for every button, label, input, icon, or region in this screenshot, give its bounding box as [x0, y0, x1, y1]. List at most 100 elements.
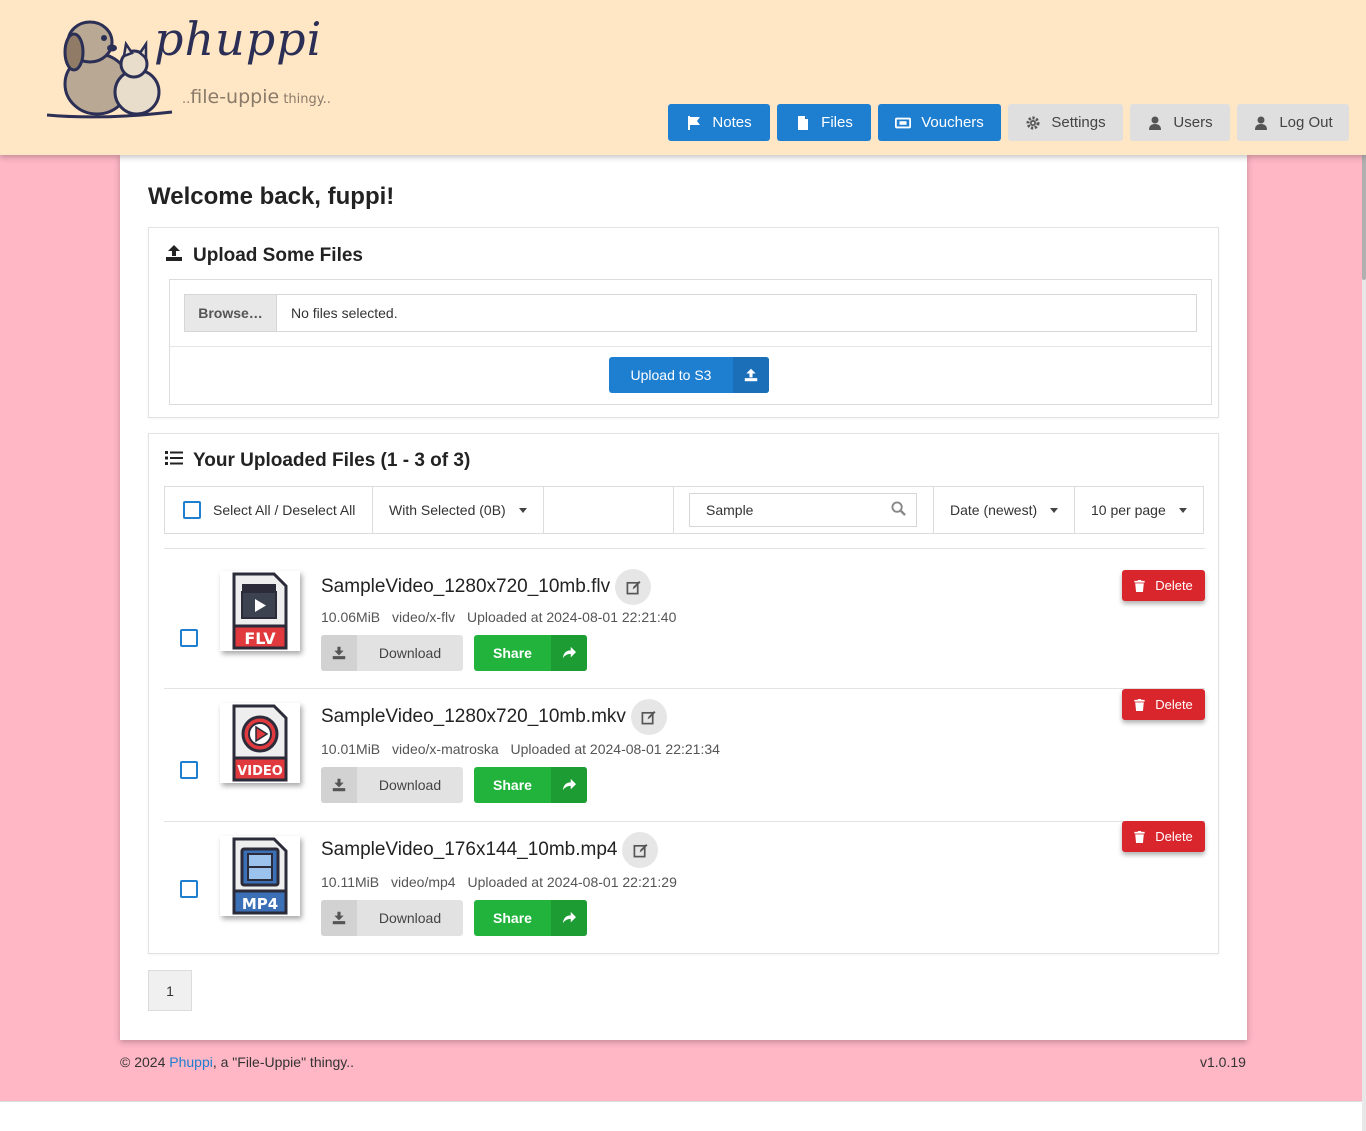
file-select-checkbox[interactable] [180, 629, 198, 647]
nav-logout-label: Log Out [1279, 114, 1333, 131]
footer-version: v1.0.19 [1200, 1054, 1246, 1070]
edit-name-button[interactable] [630, 699, 667, 735]
search-field[interactable] [689, 493, 917, 527]
search-input[interactable] [704, 501, 884, 519]
upload-form: Browse… No files selected. Upload to S3 [169, 279, 1212, 405]
footer-copyright: © 2024 Phuppi, a "File-Uppie" thingy.. [120, 1054, 355, 1070]
sort-dropdown[interactable]: Date (newest) [934, 487, 1075, 533]
download-button[interactable]: Download [321, 635, 463, 671]
nav-notes-label: Notes [712, 114, 752, 131]
share-label: Share [493, 910, 532, 926]
nav-logout-button[interactable]: Log Out [1237, 104, 1349, 141]
trash-icon [1134, 698, 1145, 711]
delete-button[interactable]: Delete [1122, 821, 1205, 852]
file-size: 10.11MiB [321, 874, 380, 890]
nav-files-label: Files [821, 114, 853, 131]
chevron-down-icon [1050, 507, 1058, 513]
file-icon [795, 115, 811, 131]
sort-label: Date (newest) [950, 502, 1038, 518]
upload-button-label: Upload to S3 [630, 367, 712, 383]
file-meta: 10.01MiB video/x-matroska Uploaded at 20… [321, 741, 720, 757]
edit-name-button[interactable] [622, 832, 659, 868]
files-panel-title: Your Uploaded Files (1 - 3 of 3) [165, 450, 470, 472]
file-mime: video/mp4 [391, 874, 456, 890]
share-button[interactable]: Share [474, 900, 587, 936]
nav-settings-button[interactable]: Settings [1008, 104, 1123, 141]
share-button[interactable]: Share [474, 767, 587, 803]
logo-tagline: ..file-uppie thingy.. [182, 86, 331, 108]
share-label: Share [493, 645, 532, 661]
nav-files-button[interactable]: Files [777, 104, 871, 141]
clapperboard-icon: FLV [232, 572, 288, 650]
download-label: Download [378, 777, 442, 793]
trash-icon [1134, 830, 1145, 843]
file-thumbnail[interactable]: MP4 [220, 836, 300, 916]
per-page-dropdown[interactable]: 10 per page [1075, 487, 1203, 533]
main-content: Welcome back, fuppi! Upload Some Files B… [120, 155, 1247, 1040]
share-button[interactable]: Share [474, 635, 587, 671]
file-name: SampleVideo_1280x720_10mb.mkv [321, 699, 667, 735]
top-header: phuppi ..file-uppie thingy.. Notes Files… [0, 0, 1366, 155]
delete-button[interactable]: Delete [1122, 570, 1205, 601]
file-name: SampleVideo_1280x720_10mb.flv [321, 569, 652, 605]
download-button[interactable]: Download [321, 767, 463, 803]
download-label: Download [378, 645, 442, 661]
page-title: Welcome back, fuppi! [148, 183, 395, 210]
file-thumbnail[interactable]: FLV [220, 571, 300, 651]
download-label: Download [378, 910, 442, 926]
footer-brand-link[interactable]: Phuppi [169, 1054, 213, 1070]
share-arrow-icon [551, 900, 587, 936]
file-meta: 10.11MiB video/mp4 Uploaded at 2024-08-0… [321, 874, 677, 890]
select-all-toggle[interactable]: Select All / Deselect All [165, 487, 373, 533]
file-name-text: SampleVideo_176x144_10mb.mp4 [321, 839, 618, 860]
page-scrollbar[interactable] [1362, 0, 1366, 1131]
with-selected-dropdown[interactable]: With Selected (0B) [373, 487, 544, 533]
download-icon [321, 767, 357, 803]
upload-divider [170, 346, 1211, 347]
select-all-checkbox[interactable] [183, 501, 201, 519]
toolbar-spacer [544, 487, 674, 533]
upload-panel-title: Upload Some Files [165, 244, 363, 268]
delete-button[interactable]: Delete [1122, 689, 1205, 720]
file-uploaded-at: Uploaded at 2024-08-01 22:21:29 [467, 874, 677, 890]
file-input[interactable]: Browse… No files selected. [184, 294, 1197, 332]
upload-icon [165, 244, 183, 268]
delete-label: Delete [1155, 697, 1193, 712]
files-panel-title-text: Your Uploaded Files (1 - 3 of 3) [193, 450, 471, 471]
edit-icon [641, 710, 656, 724]
nav-users-button[interactable]: Users [1130, 104, 1230, 141]
file-select-checkbox[interactable] [180, 880, 198, 898]
search-icon[interactable] [891, 501, 906, 519]
file-type-label: VIDEO [237, 764, 283, 779]
file-thumbnail[interactable]: VIDEO [220, 703, 300, 783]
download-button[interactable]: Download [321, 900, 463, 936]
edit-icon [633, 843, 648, 857]
edit-name-button[interactable] [615, 569, 652, 605]
browse-button[interactable]: Browse… [185, 295, 277, 331]
with-selected-label: With Selected (0B) [389, 502, 506, 518]
nav-settings-label: Settings [1051, 114, 1106, 131]
upload-icon [733, 357, 769, 393]
logo[interactable]: phuppi ..file-uppie thingy.. [42, 12, 332, 120]
file-select-checkbox[interactable] [180, 761, 198, 779]
file-size: 10.06MiB [321, 609, 381, 625]
upload-to-s3-button[interactable]: Upload to S3 [609, 357, 769, 393]
file-row: VIDEO SampleVideo_1280x720_10mb.mkv 10.0… [164, 688, 1205, 821]
file-size: 10.01MiB [321, 741, 381, 757]
file-name-text: SampleVideo_1280x720_10mb.flv [321, 576, 611, 597]
pagination-page-button[interactable]: 1 [148, 970, 192, 1011]
logo-wordmark: phuppi [154, 12, 323, 66]
files-panel: Your Uploaded Files (1 - 3 of 3) Select … [148, 433, 1219, 954]
film-icon: MP4 [232, 837, 288, 915]
share-arrow-icon [551, 767, 587, 803]
nav-notes-button[interactable]: Notes [668, 104, 770, 141]
share-label: Share [493, 777, 532, 793]
file-type-label: FLV [244, 629, 276, 648]
user-icon [1147, 115, 1163, 131]
nav-vouchers-button[interactable]: Vouchers [878, 104, 1001, 141]
share-arrow-icon [551, 635, 587, 671]
file-mime: video/x-matroska [392, 741, 499, 757]
file-meta: 10.06MiB video/x-flv Uploaded at 2024-08… [321, 609, 676, 625]
file-mime: video/x-flv [392, 609, 456, 625]
file-uploaded-at: Uploaded at 2024-08-01 22:21:34 [510, 741, 720, 757]
